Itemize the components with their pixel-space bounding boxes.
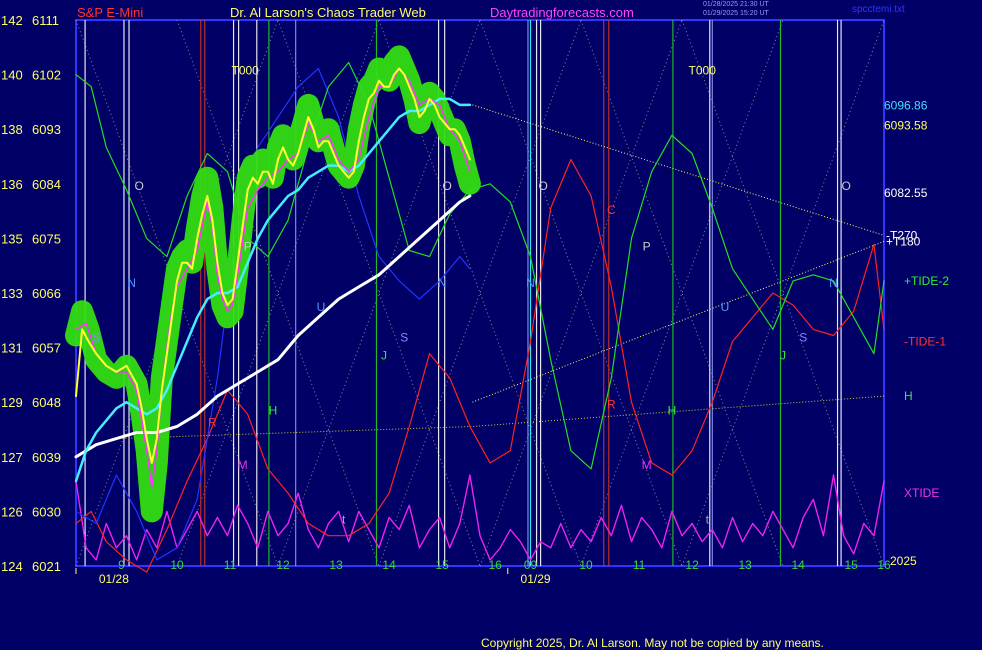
event-annotation: N [526, 276, 535, 290]
y-tick-label-points: 140 [1, 68, 23, 83]
plot-frame [75, 19, 885, 567]
price-value-label: 6093.58 [884, 119, 928, 133]
x-tick-label: 09 [524, 558, 538, 572]
x-tick-label: 15 [844, 558, 858, 572]
tide-line-h [116, 395, 885, 440]
event-annotation: T000 [231, 64, 259, 78]
price-value-label: 6082.55 [884, 186, 928, 200]
event-annotation: H [269, 403, 278, 417]
legend-label: XTIDE [904, 486, 939, 500]
event-annotation: S [799, 331, 807, 345]
event-annotation: J [381, 349, 387, 363]
legend-label: H [904, 389, 913, 403]
x-tick-label: 14 [791, 558, 805, 572]
y-tick-label-points: 131 [1, 341, 23, 356]
y-tick-label-points: 124 [1, 559, 23, 574]
legend-label: +T180 [886, 234, 921, 248]
event-annotation: O [134, 179, 143, 193]
y-tick-label-price: 6075 [32, 231, 61, 246]
x-tick-label: 16 [877, 558, 891, 572]
event-annotation: O [538, 179, 547, 193]
y-tick-label-points: 126 [1, 504, 23, 519]
event-annotation: H [668, 403, 677, 417]
event-annotation: U [721, 300, 730, 314]
y-tick-label-price: 6084 [32, 177, 61, 192]
y-tick-label-price: 6057 [32, 341, 61, 356]
date-label: 01/28 [99, 572, 129, 586]
tide-line-t180 [472, 240, 885, 403]
event-annotation: P [244, 240, 252, 254]
legend-label: +TIDE-2 [904, 274, 949, 288]
update-time-1: 01/28/2025 21:30 UT [703, 1, 769, 8]
event-annotation: M [238, 458, 248, 472]
y-tick-label-points: 138 [1, 122, 23, 137]
event-annotation: t [342, 513, 346, 527]
y-tick-label-price: 6066 [32, 286, 61, 301]
x-tick-label: 9 [118, 558, 125, 572]
event-annotation: U [317, 300, 326, 314]
page-title: Dr. Al Larson's Chaos Trader Web [230, 5, 426, 20]
instrument-title: S&P E-Mini [77, 5, 144, 20]
event-annotation: S [400, 331, 408, 345]
y-tick-label-points: 129 [1, 395, 23, 410]
event-annotation: N [438, 276, 447, 290]
event-annotation: N [829, 276, 838, 290]
copyright-notice: Copyright 2025, Dr. Al Larson. May not b… [481, 636, 824, 650]
y-tick-label-points: 133 [1, 286, 23, 301]
event-annotation: N [127, 276, 136, 290]
event-annotation: O [841, 179, 850, 193]
x-tick-label: 11 [633, 558, 646, 572]
event-annotation: O [443, 179, 452, 193]
event-annotation: S [92, 331, 100, 345]
event-annotation: T000 [689, 64, 717, 78]
event-annotation: C [607, 203, 616, 217]
event-annotation: J [780, 349, 786, 363]
price-value-label: 6096.86 [884, 99, 928, 113]
x-tick-label: 10 [579, 558, 593, 572]
x-tick-label: 11 [224, 558, 237, 572]
update-time-2: 01/29/2025 15:20 UT [703, 10, 769, 17]
x-tick-label: 15 [435, 558, 449, 572]
event-annotation: P [643, 240, 651, 254]
chaos-chart: 142 6111 140 6102 138 6093 136 6084 135 6075 133 60… [1, 13, 949, 586]
data-file-name: spcctemi.txt [852, 4, 905, 15]
x-tick-label: 13 [329, 558, 343, 572]
year-label: 2025 [890, 554, 917, 568]
y-tick-label-price: 6111 [32, 13, 59, 28]
date-label: 01/29 [521, 572, 551, 586]
x-tick-label: 12 [276, 558, 290, 572]
y-tick-label-price: 6048 [32, 395, 61, 410]
y-tick-label-points: 142 [1, 13, 23, 28]
x-tick-label: 10 [170, 558, 184, 572]
site-name: Daytradingforecasts.com [490, 5, 634, 20]
y-tick-label-points: 136 [1, 177, 23, 192]
y-tick-label-points: 135 [1, 231, 23, 246]
y-tick-label-points: 127 [1, 450, 23, 465]
x-tick-label: 14 [382, 558, 396, 572]
event-annotation: M [642, 458, 652, 472]
y-tick-label-price: 6093 [32, 122, 61, 137]
x-tick-label: 13 [738, 558, 752, 572]
tide-line-t270 [472, 104, 885, 236]
x-tick-label: 12 [685, 558, 699, 572]
legend-label: -TIDE-1 [904, 335, 946, 349]
series-xtide [75, 474, 885, 561]
y-tick-label-price: 6030 [32, 504, 61, 519]
y-tick-label-price: 6039 [32, 450, 61, 465]
event-annotation: R [607, 397, 616, 411]
event-annotation: t [706, 513, 710, 527]
y-tick-label-price: 6102 [32, 68, 61, 83]
event-annotation: R [208, 415, 217, 429]
x-tick-label: 16 [488, 558, 502, 572]
y-tick-label-price: 6021 [32, 559, 61, 574]
mangle-web-lines [75, 19, 885, 567]
